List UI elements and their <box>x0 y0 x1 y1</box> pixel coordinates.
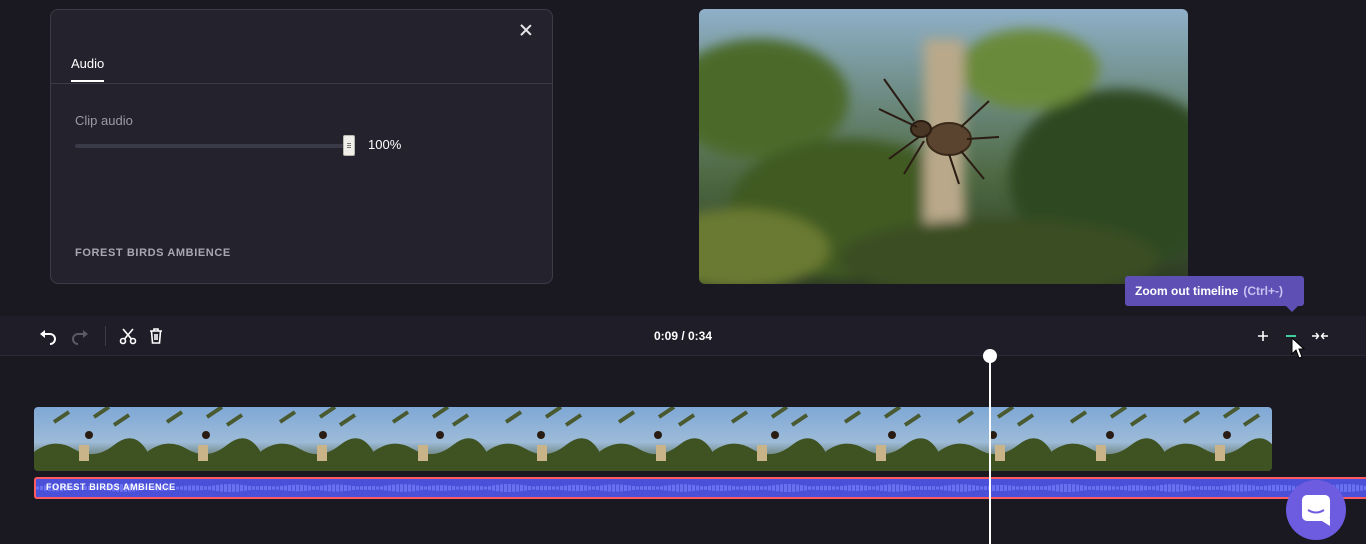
video-track[interactable] <box>34 407 1272 471</box>
playhead-handle[interactable] <box>983 349 997 363</box>
video-thumbnail <box>260 407 373 471</box>
tooltip-text: Zoom out timeline <box>1135 284 1239 298</box>
close-icon[interactable] <box>518 22 534 38</box>
audio-waveform <box>36 484 1366 492</box>
volume-value: 100% <box>368 137 402 152</box>
chat-widget-button[interactable] <box>1286 480 1346 540</box>
video-thumbnail <box>486 407 599 471</box>
video-preview <box>699 9 1188 284</box>
zoom-out-tooltip: Zoom out timeline (Ctrl+-) <box>1125 276 1304 312</box>
clip-audio-label: Clip audio <box>75 113 133 128</box>
tooltip-shortcut: (Ctrl+-) <box>1243 284 1284 298</box>
fit-timeline-icon[interactable] <box>1310 326 1330 346</box>
video-thumbnail <box>34 407 147 471</box>
playhead-line <box>989 357 991 544</box>
video-thumbnail <box>712 407 825 471</box>
audio-track[interactable]: FOREST BIRDS AMBIENCE <box>34 477 1366 499</box>
chat-icon <box>1302 495 1330 526</box>
video-thumbnail <box>147 407 260 471</box>
audio-panel: Audio Clip audio 100% FOREST BIRDS AMBIE… <box>50 9 553 284</box>
mouse-cursor-icon <box>1291 336 1306 359</box>
panel-track-name: FOREST BIRDS AMBIENCE <box>75 247 231 259</box>
volume-slider-handle[interactable] <box>343 135 355 156</box>
time-display: 0:09 / 0:34 <box>653 329 713 343</box>
tab-audio[interactable]: Audio <box>71 56 105 82</box>
video-thumbnail <box>938 407 1051 471</box>
volume-slider-track[interactable] <box>75 144 349 148</box>
video-thumbnail <box>373 407 486 471</box>
video-thumbnail <box>1164 407 1272 471</box>
video-thumbnail <box>1051 407 1164 471</box>
audio-track-label: FOREST BIRDS AMBIENCE <box>46 482 176 492</box>
panel-tabs: Audio <box>51 56 552 84</box>
video-thumbnail <box>599 407 712 471</box>
zoom-in-icon[interactable] <box>1253 326 1273 346</box>
timeline-toolbar: 0:09 / 0:34 <box>0 316 1366 356</box>
video-thumbnail <box>825 407 938 471</box>
